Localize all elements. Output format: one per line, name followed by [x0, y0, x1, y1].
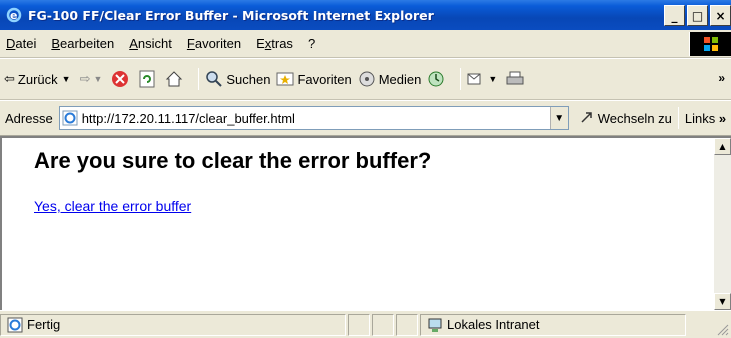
- status-text: Fertig: [27, 317, 61, 332]
- home-icon: [165, 70, 183, 88]
- star-icon: [276, 70, 294, 88]
- search-icon: [205, 70, 223, 88]
- forward-arrow-icon: ⇨: [79, 71, 91, 86]
- maximize-button[interactable]: □: [687, 5, 708, 26]
- chevron-down-icon[interactable]: ▼: [62, 74, 71, 84]
- menu-bar: Datei Bearbeiten Ansicht Favoriten Extra…: [0, 30, 731, 58]
- security-zone-label: Lokales Intranet: [447, 317, 540, 332]
- clear-buffer-link[interactable]: Yes, clear the error buffer: [34, 198, 191, 214]
- menu-datei[interactable]: Datei: [6, 36, 36, 51]
- back-arrow-icon: ⇦: [4, 71, 15, 86]
- media-button[interactable]: Medien: [358, 70, 422, 88]
- title-bar[interactable]: e FG-100 FF/Clear Error Buffer - Microso…: [0, 0, 731, 30]
- minimize-button[interactable]: _: [664, 5, 685, 26]
- menu-favoriten[interactable]: Favoriten: [187, 36, 241, 51]
- status-bar: Fertig Lokales Intranet: [0, 310, 731, 338]
- history-icon: [427, 70, 445, 88]
- toolbar-more-chevron[interactable]: »: [718, 71, 725, 85]
- forward-button[interactable]: ⇨ ▼: [80, 71, 106, 87]
- back-label: Zurück: [17, 71, 58, 87]
- address-input[interactable]: http://172.20.11.117/clear_buffer.html ▼: [58, 106, 569, 130]
- svg-text:e: e: [10, 9, 17, 22]
- search-label: Suchen: [226, 71, 271, 87]
- status-text-pane: Fertig: [0, 313, 346, 336]
- links-label: Links: [684, 110, 716, 126]
- back-button[interactable]: ⇦ Zurück ▼: [4, 71, 74, 87]
- menu-accelerator: x: [264, 36, 272, 51]
- menu-accelerator: D: [6, 36, 16, 51]
- address-label: Adresse: [5, 110, 53, 126]
- refresh-icon: [138, 70, 156, 88]
- address-dropdown-icon[interactable]: ▼: [549, 107, 568, 129]
- menu-accelerator: A: [129, 36, 138, 51]
- toolbar-separator: [198, 68, 200, 90]
- security-zone-pane[interactable]: Lokales Intranet: [420, 313, 686, 336]
- links-more-chevron: »: [718, 110, 727, 126]
- ie-icon: e: [6, 7, 22, 23]
- vertical-scrollbar[interactable]: ▲ ▼: [714, 138, 731, 310]
- history-button[interactable]: [427, 70, 448, 88]
- search-button[interactable]: Suchen: [205, 70, 270, 88]
- status-pane-lock: [372, 313, 394, 336]
- refresh-button[interactable]: [138, 70, 159, 88]
- windows-logo-icon: [689, 32, 731, 56]
- page-content: Are you sure to clear the error buffer? …: [34, 148, 431, 214]
- media-label: Medien: [378, 71, 422, 87]
- page-done-icon: [7, 317, 23, 333]
- stop-icon: [111, 70, 129, 88]
- menu-extras[interactable]: Extras: [256, 36, 293, 51]
- status-pane-progress: [348, 313, 370, 336]
- toolbar-separator: [460, 68, 462, 90]
- go-button[interactable]: Wechseln zu: [579, 109, 672, 128]
- menu-accelerator: F: [186, 36, 195, 51]
- favorites-label: Favoriten: [297, 71, 352, 87]
- go-arrow-icon: [579, 109, 595, 128]
- intranet-icon: [427, 317, 443, 333]
- page-viewport: Are you sure to clear the error buffer? …: [0, 136, 731, 310]
- window-title: FG-100 FF/Clear Error Buffer - Microsoft…: [28, 7, 434, 23]
- print-button[interactable]: [506, 70, 527, 88]
- menu-ansicht[interactable]: Ansicht: [129, 36, 172, 51]
- close-button[interactable]: ×: [710, 5, 731, 26]
- menu-bearbeiten[interactable]: Bearbeiten: [51, 36, 114, 51]
- mail-button[interactable]: ▼: [467, 70, 500, 88]
- resize-grip-icon[interactable]: [717, 324, 729, 336]
- media-icon: [358, 70, 376, 88]
- links-button[interactable]: Links »: [685, 111, 726, 126]
- home-button[interactable]: [165, 70, 186, 88]
- address-url: http://172.20.11.117/clear_buffer.html: [81, 110, 295, 126]
- address-bar: Adresse http://172.20.11.117/clear_buffe…: [0, 100, 731, 136]
- status-pane-extra: [396, 313, 418, 336]
- standard-toolbar: ⇦ Zurück ▼ ⇨ ▼ Suchen Favoriten Medien ▼…: [0, 58, 731, 100]
- printer-icon: [506, 70, 524, 88]
- links-separator: [677, 107, 679, 129]
- scroll-up-icon[interactable]: ▲: [714, 138, 731, 155]
- mail-icon: [467, 70, 485, 88]
- stop-button[interactable]: [111, 70, 132, 88]
- ie-page-icon: [62, 110, 78, 126]
- menu-accelerator: B: [51, 36, 61, 51]
- chevron-down-icon[interactable]: ▼: [93, 74, 102, 84]
- page-heading: Are you sure to clear the error buffer?: [34, 148, 432, 173]
- favorites-button[interactable]: Favoriten: [276, 70, 352, 88]
- menu-help[interactable]: ?: [308, 36, 315, 51]
- go-label: Wechseln zu: [597, 110, 672, 126]
- scroll-down-icon[interactable]: ▼: [714, 293, 731, 310]
- chevron-down-icon[interactable]: ▼: [488, 74, 497, 84]
